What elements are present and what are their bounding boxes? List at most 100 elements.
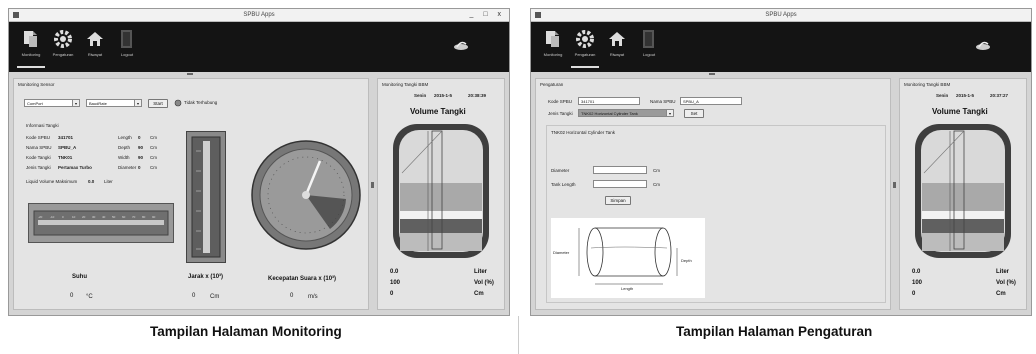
baudrate-value: BaudRate	[89, 101, 107, 106]
toolbar-logout-button[interactable]: Logout	[635, 28, 663, 66]
sound-speed-gauge	[251, 140, 361, 250]
content-area: Monitoring Sensor ComPort ▾ BaudRate ▾ S…	[9, 72, 509, 315]
nama-spbu-label: Nama SPBU	[650, 99, 676, 104]
info-label: Jenis Tangki	[26, 165, 51, 170]
door-icon	[643, 30, 654, 48]
splitter-handle[interactable]	[709, 73, 715, 75]
window-controls[interactable]: _ □ x	[469, 9, 505, 21]
connection-status-icon	[174, 99, 182, 107]
toolbar-pengaturan-button[interactable]: Pengaturan	[49, 28, 77, 66]
tank-length-input[interactable]	[593, 180, 647, 188]
dim-value: 0	[138, 135, 141, 140]
simpan-button[interactable]: Simpan	[605, 196, 631, 205]
kode-spbu-input[interactable]: 341701	[578, 97, 640, 105]
info-value: TNK01	[58, 155, 73, 160]
tank-monitor-panel: Monitoring Tangki BBM Senin 2015-1-5 20:…	[899, 78, 1027, 310]
toolbar-riwayat-button[interactable]: Riwayat	[81, 28, 109, 66]
home-icon	[609, 32, 625, 46]
monitoring-sensor-panel: Monitoring Sensor ComPort ▾ BaudRate ▾ S…	[13, 78, 369, 310]
dim-value: 0	[138, 165, 141, 170]
tank-value: 0.0	[390, 269, 399, 275]
toolbar-label: Riwayat	[609, 52, 625, 57]
tank-length-unit: Cm	[653, 182, 660, 187]
comport-select[interactable]: ComPort ▾	[24, 99, 80, 107]
tank-value: 0	[390, 291, 394, 297]
dim-value: 90	[138, 155, 144, 160]
tank-value: 100	[390, 280, 401, 286]
date-label: 2015-1-5	[434, 93, 453, 98]
suhu-title: Suhu	[72, 274, 87, 280]
dim-unit: Cm	[150, 145, 157, 150]
liquid-volume-label: Liquid Volume Maksimum	[26, 179, 78, 184]
toolbar-label: Monitoring	[543, 52, 563, 57]
toolbar-monitoring-button[interactable]: Monitoring	[539, 28, 567, 66]
info-label: Nama SPBU	[26, 145, 52, 150]
svg-text:70: 70	[132, 215, 136, 219]
toolbar-label: Riwayat	[87, 52, 103, 57]
svg-text:-20: -20	[38, 215, 43, 219]
main-toolbar: Monitoring Pengaturan Riwayat Logout	[531, 22, 1031, 72]
collapse-handle[interactable]	[893, 182, 896, 188]
dim-label: Length	[118, 135, 132, 140]
toolbar-monitoring-button[interactable]: Monitoring	[17, 28, 45, 68]
info-label: Kode SPBU	[26, 135, 51, 140]
tank-unit: Vol (%)	[474, 280, 494, 286]
dim-label: Width	[118, 155, 130, 160]
chevron-down-icon: ▾	[134, 100, 141, 106]
dim-label: Depth	[118, 145, 131, 150]
start-button[interactable]: Start	[148, 99, 168, 108]
kode-spbu-value: 341701	[581, 99, 595, 104]
caption-monitoring: Tampilan Halaman Monitoring	[150, 324, 342, 339]
svg-text:10: 10	[72, 215, 76, 219]
toolbar-logout-button[interactable]: Logout	[113, 28, 141, 66]
chevron-down-icon: ▾	[666, 110, 673, 116]
caption-pengaturan: Tampilan Halaman Pengaturan	[676, 324, 873, 339]
tank-unit: Liter	[474, 269, 488, 275]
brand-logo-icon	[454, 41, 468, 50]
dim-unit: Cm	[150, 165, 157, 170]
distance-bar-gauge	[186, 131, 226, 263]
window-title: SPBU Apps	[765, 12, 797, 18]
splitter-handle[interactable]	[187, 73, 193, 75]
svg-text:20: 20	[82, 215, 86, 219]
comport-value: ComPort	[27, 101, 43, 106]
door-icon	[121, 30, 132, 48]
info-value: SPBU_A	[58, 145, 77, 150]
toolbar-label: Pengaturan	[574, 52, 596, 57]
time-label: 20:37:27	[990, 93, 1009, 98]
info-value: Pertamax Turbo	[58, 165, 92, 170]
set-button[interactable]: Set	[684, 109, 704, 118]
monitoring-window: SPBU Apps _ □ x Monitoring Pengaturan Ri…	[8, 8, 510, 316]
baudrate-select[interactable]: BaudRate ▾	[86, 99, 142, 107]
liquid-volume-unit: Liter	[104, 179, 113, 184]
svg-text:90: 90	[152, 215, 156, 219]
jarak-unit: Cm	[210, 294, 220, 300]
tank-visual	[915, 124, 1011, 258]
collapse-handle[interactable]	[371, 182, 374, 188]
kode-spbu-label: Kode SPBU	[548, 99, 573, 104]
diagram-length-label: Length	[621, 286, 634, 291]
title-bar: SPBU Apps	[531, 9, 1031, 22]
svg-text:30: 30	[92, 215, 96, 219]
diameter-input[interactable]	[593, 166, 647, 174]
tank-value: 0.0	[912, 269, 921, 275]
title-bar: SPBU Apps _ □ x	[9, 9, 509, 22]
date-label: 2015-1-5	[956, 93, 975, 98]
tank-value: 100	[912, 280, 923, 286]
dim-label: Diameter	[118, 165, 137, 170]
thermometer-gauge: -20 -10 0 10 20 30 40 50 60 70 80 90	[28, 203, 174, 243]
jenis-tangki-select[interactable]: TNK02 Horizontal Cylinder Tank ▾	[578, 109, 674, 117]
toolbar-riwayat-button[interactable]: Riwayat	[603, 28, 631, 66]
jarak-value: 0	[192, 293, 196, 299]
pengaturan-panel: Pengaturan Kode SPBU 341701 Nama SPBU SP…	[535, 78, 891, 310]
toolbar-pengaturan-button[interactable]: Pengaturan	[571, 28, 599, 68]
home-icon	[87, 32, 103, 46]
tank-visual	[393, 124, 489, 258]
dim-unit: Cm	[150, 135, 157, 140]
content-area: Pengaturan Kode SPBU 341701 Nama SPBU SP…	[531, 72, 1031, 315]
tank-unit: Cm	[996, 291, 1006, 297]
svg-text:-10: -10	[50, 215, 55, 219]
nama-spbu-input[interactable]: SPBU_A	[680, 97, 742, 105]
kecepatan-title: Kecepatan Suara x (10³)	[268, 276, 337, 282]
tank-diagram: Diameter Depth Length	[551, 218, 705, 298]
